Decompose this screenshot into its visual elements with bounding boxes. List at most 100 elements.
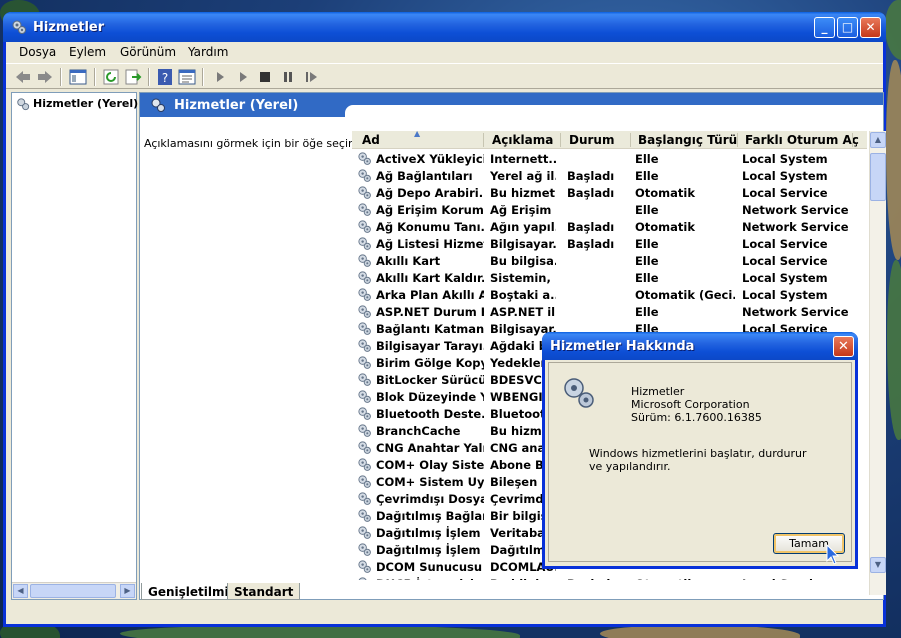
service-description: Bu bilgisa... <box>490 577 556 580</box>
menu-bar: Dosya Eylem Görünüm Yardım <box>6 42 883 62</box>
table-row[interactable]: Ağ Listesi Hizmeti Bilgisayar... Başladı El… <box>352 235 867 252</box>
scroll-thumb[interactable] <box>870 153 886 201</box>
start-service-icon[interactable] <box>211 68 229 86</box>
dialog-titlebar[interactable]: Hizmetler Hakkında ✕ <box>542 332 858 360</box>
service-description: Ağ Erişim ... <box>490 203 556 217</box>
service-gear-icon <box>358 475 371 488</box>
description-hint: Açıklamasını görmek için bir öğe seçin. <box>144 137 359 150</box>
service-name: DCOM Sunucusu ... <box>376 560 484 574</box>
service-gear-icon <box>358 526 371 539</box>
maximize-button[interactable]: □ <box>837 17 858 38</box>
gears-icon <box>564 378 594 408</box>
service-name: Ağ Konumu Tanı... <box>376 220 484 234</box>
menu-file[interactable]: Dosya <box>19 45 56 59</box>
table-row[interactable]: Ağ Bağlantıları Yerel ağ il... Başladı Elle… <box>352 167 867 184</box>
service-status: Başladı <box>567 577 629 580</box>
scroll-right-arrow-icon[interactable]: ▶ <box>120 584 135 598</box>
service-gear-icon <box>358 543 371 556</box>
service-log-on-as: Local Service <box>742 577 862 580</box>
tab-standard[interactable]: Standart <box>227 583 301 600</box>
scroll-up-arrow-icon[interactable]: ▲ <box>870 132 886 148</box>
pause-service-icon[interactable] <box>279 68 297 86</box>
service-startup-type: Elle <box>635 305 659 319</box>
service-gear-icon <box>358 322 371 335</box>
mouse-cursor-icon <box>826 544 840 565</box>
service-gear-icon <box>358 203 371 216</box>
gears-icon <box>17 98 30 111</box>
service-gear-icon <box>358 186 371 199</box>
restart-service-icon[interactable] <box>302 68 320 86</box>
service-description: Boştaki a... <box>490 288 556 302</box>
menu-help[interactable]: Yardım <box>188 45 228 59</box>
service-name: Bilgisayar Tarayı... <box>376 339 484 353</box>
service-name: COM+ Olay Siste... <box>376 458 484 472</box>
service-name: Birim Gölge Kopy... <box>376 356 484 370</box>
refresh-icon[interactable] <box>102 68 120 86</box>
service-log-on-as: Local System <box>742 271 828 285</box>
forward-arrow-icon[interactable] <box>36 68 54 86</box>
service-startup-type: Otomatik <box>635 577 735 580</box>
column-name[interactable]: Ad <box>362 133 380 147</box>
service-gear-icon <box>358 305 371 318</box>
service-name: Blok Düzeyinde Y... <box>376 390 484 404</box>
scroll-left-arrow-icon[interactable]: ◀ <box>13 584 28 598</box>
dialog-title: Hizmetler Hakkında <box>550 339 695 354</box>
menu-action[interactable]: Eylem <box>69 45 106 59</box>
service-name: ActiveX Yükleyici... <box>376 152 484 166</box>
service-gear-icon <box>358 509 371 522</box>
service-name: ASP.NET Durum H... <box>376 305 484 319</box>
pane-header: Hizmetler (Yerel) <box>140 93 883 117</box>
table-row[interactable]: Akıllı Kart Bu bilgisa... Elle Local Servic… <box>352 252 867 269</box>
service-gear-icon <box>358 288 371 301</box>
service-gear-icon <box>358 390 371 403</box>
service-status: Başladı <box>567 220 615 234</box>
service-startup-type: Otomatik <box>635 186 696 200</box>
window-titlebar[interactable]: Hizmetler _ □ ✕ <box>3 12 886 42</box>
service-gear-icon <box>358 271 371 284</box>
tree-horizontal-scrollbar[interactable]: ◀ ▶ <box>12 582 136 599</box>
table-row[interactable]: ASP.NET Durum H... ASP.NET il... Elle Netwo… <box>352 303 867 320</box>
service-name: Ağ Bağlantıları <box>376 169 473 183</box>
service-name: COM+ Sistem Uy... <box>376 475 484 489</box>
close-button[interactable]: ✕ <box>860 17 881 38</box>
column-description[interactable]: Açıklama <box>492 133 553 147</box>
menu-view[interactable]: Görünüm <box>120 45 176 59</box>
view-tabs: Genişletilmiş Standart <box>141 583 441 601</box>
table-row[interactable]: DHCP İstemcisi Bu bilgisa... Başladı Otomat… <box>352 575 867 580</box>
stop-service-icon[interactable] <box>256 68 274 86</box>
service-startup-type: Elle <box>635 254 659 268</box>
toolbar: ? <box>6 63 883 89</box>
dialog-close-button[interactable]: ✕ <box>833 336 854 357</box>
vertical-scrollbar[interactable]: ▲ ▼ <box>869 131 886 595</box>
table-row[interactable]: Arka Plan Akıllı A... Boştaki a... Otomati… <box>352 286 867 303</box>
service-gear-icon <box>358 441 371 454</box>
pane-title: Hizmetler (Yerel) <box>174 98 299 113</box>
column-log-on-as[interactable]: Farklı Oturum Aç <box>745 133 859 147</box>
console-tree-icon[interactable] <box>69 68 87 86</box>
table-row[interactable]: Ağ Depo Arabiri... Bu hizmet... Başladı Oto… <box>352 184 867 201</box>
column-startup-type[interactable]: Başlangıç Türü <box>638 133 737 147</box>
service-name: BranchCache <box>376 424 461 438</box>
service-gear-icon <box>358 458 371 471</box>
table-row[interactable]: Ağ Erişim Korum... Ağ Erişim ... Elle Netwo… <box>352 201 867 218</box>
minimize-button[interactable]: _ <box>814 17 835 38</box>
service-log-on-as: Local System <box>742 169 828 183</box>
scroll-thumb[interactable] <box>30 584 116 598</box>
start-paused-service-icon[interactable] <box>234 68 252 86</box>
table-row[interactable]: Akıllı Kart Kaldır... Sistemin, ... Elle Lo… <box>352 269 867 286</box>
properties-icon[interactable] <box>178 68 196 86</box>
back-arrow-icon[interactable] <box>14 68 32 86</box>
export-list-icon[interactable] <box>124 68 142 86</box>
service-startup-type: Elle <box>635 152 659 166</box>
version-text: Sürüm: 6.1.7600.16385 <box>631 411 762 424</box>
gears-icon <box>151 98 165 112</box>
service-gear-icon <box>358 152 371 165</box>
tree-item-services-local[interactable]: Hizmetler (Yerel) <box>16 97 138 111</box>
help-icon[interactable]: ? <box>156 68 174 86</box>
svg-text:?: ? <box>162 71 168 85</box>
column-status[interactable]: Durum <box>569 133 614 147</box>
scroll-down-arrow-icon[interactable]: ▼ <box>870 557 886 573</box>
table-row[interactable]: Ağ Konumu Tanı... Ağın yapıl... Başladı Oto… <box>352 218 867 235</box>
service-description: Bilgisayar... <box>490 237 556 251</box>
table-row[interactable]: ActiveX Yükleyici... Internett... Elle Loca… <box>352 150 867 167</box>
